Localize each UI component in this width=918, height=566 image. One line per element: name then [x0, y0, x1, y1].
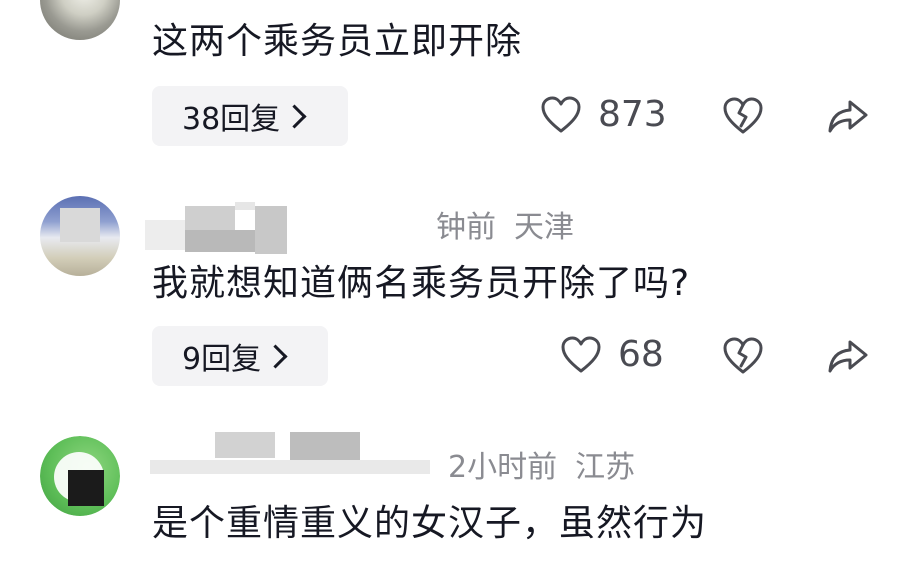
like-count: 68: [618, 334, 664, 375]
comment-meta: 2小时前 江苏: [448, 442, 635, 486]
blurred-username: [150, 430, 440, 480]
blurred-username: [60, 190, 290, 260]
heart-outline-icon: [561, 336, 601, 372]
like-button[interactable]: 68: [560, 334, 664, 375]
avatar-overlay: [68, 470, 104, 506]
like-count: 873: [598, 94, 667, 135]
avatar[interactable]: [40, 0, 120, 40]
like-button[interactable]: 873: [540, 94, 667, 135]
comment-location: 江苏: [575, 450, 636, 485]
comment-meta: 钟前 天津: [436, 202, 574, 246]
comment-time: 钟前: [436, 210, 496, 245]
comment-location: 天津: [514, 210, 574, 245]
view-replies-button[interactable]: 9回复: [152, 326, 328, 386]
comment-text: 我就想知道俩名乘务员开除了吗?: [152, 263, 691, 304]
comment-time: 2小时前: [448, 450, 558, 485]
broken-heart-icon[interactable]: [722, 336, 764, 376]
comment-text: 是个重情重义的女汉子，虽然行为: [152, 503, 708, 544]
view-replies-button[interactable]: 38回复: [152, 86, 348, 146]
comment-text: 这两个乘务员立即开除: [152, 21, 523, 62]
reply-count-label: 38回复: [182, 102, 281, 137]
chevron-right-icon: [263, 343, 288, 369]
chevron-right-icon: [282, 103, 307, 129]
share-arrow-icon[interactable]: [826, 96, 870, 136]
share-arrow-icon[interactable]: [826, 336, 870, 376]
broken-heart-icon[interactable]: [722, 96, 764, 136]
heart-outline-icon: [541, 96, 581, 132]
reply-count-label: 9回复: [182, 342, 262, 377]
